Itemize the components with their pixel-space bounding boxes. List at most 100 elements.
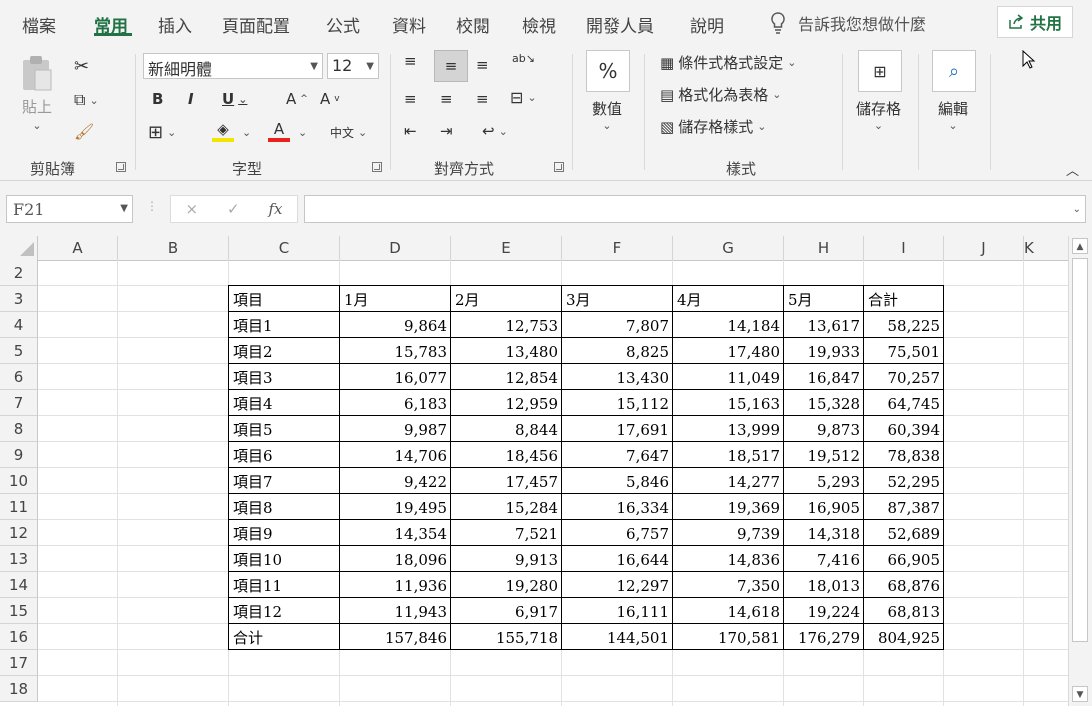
copy-button[interactable]: ⧉ ⌄ [74,90,99,110]
enter-icon[interactable]: ✓ [227,200,240,218]
column-header[interactable]: B [118,236,229,260]
select-all-corner[interactable] [0,236,38,260]
align-left-button[interactable]: ≡ [404,90,417,108]
table-cell[interactable]: 15,112 [562,390,673,416]
table-cell[interactable]: 17,457 [451,468,562,494]
cancel-icon[interactable]: × [185,200,198,218]
table-header-cell[interactable]: 項目 [229,286,340,312]
number-dropdown[interactable]: 數值 ⌄ [592,98,622,132]
table-cell[interactable]: 16,334 [562,494,673,520]
column-header[interactable]: K [1024,236,1068,260]
table-cell[interactable]: 9,739 [673,520,784,546]
table-cell[interactable]: 13,999 [673,416,784,442]
italic-button[interactable]: I [188,90,194,108]
table-cell[interactable]: 144,501 [562,624,673,650]
column-header[interactable]: D [340,236,451,260]
row-header[interactable]: 13 [0,546,38,572]
table-cell[interactable]: 11,049 [673,364,784,390]
format-as-table-button[interactable]: ▤ 格式化為表格 ⌄ [660,84,781,105]
cell-styles-button[interactable]: ▧ 儲存格樣式 ⌄ [660,116,766,137]
tab-7[interactable]: 檢視 [522,12,556,37]
grow-font-button[interactable]: A ^ [286,90,308,108]
table-cell[interactable]: 19,495 [340,494,451,520]
column-header[interactable]: A [38,236,118,260]
table-cell[interactable]: 87,387 [864,494,944,520]
table-cell[interactable]: 12,297 [562,572,673,598]
column-header[interactable]: I [864,236,944,260]
merge-center-button[interactable]: ⊟ ⌄ [510,88,537,107]
row-header[interactable]: 2 [0,260,38,286]
table-cell[interactable]: 項目3 [229,364,340,390]
table-cell[interactable]: 7,521 [451,520,562,546]
row-header[interactable]: 14 [0,572,38,598]
table-cell[interactable]: 804,925 [864,624,944,650]
table-cell[interactable]: 16,905 [784,494,864,520]
table-header-cell[interactable]: 3月 [562,286,673,312]
table-cell[interactable]: 52,689 [864,520,944,546]
tell-me-search[interactable]: 告訴我您想做什麼 [770,10,926,36]
table-cell[interactable]: 12,854 [451,364,562,390]
table-cell[interactable]: 16,847 [784,364,864,390]
row-header[interactable]: 18 [0,676,38,702]
tab-3[interactable]: 頁面配置 [222,12,290,37]
table-cell[interactable]: 15,783 [340,338,451,364]
table-cell[interactable]: 6,183 [340,390,451,416]
table-cell[interactable]: 12,959 [451,390,562,416]
table-cell[interactable]: 52,295 [864,468,944,494]
table-cell[interactable]: 19,280 [451,572,562,598]
table-cell[interactable]: 項目10 [229,546,340,572]
column-header[interactable]: E [451,236,562,260]
table-cell[interactable]: 9,873 [784,416,864,442]
table-cell[interactable]: 14,354 [340,520,451,546]
table-cell[interactable]: 9,987 [340,416,451,442]
shrink-font-button[interactable]: Av [320,90,340,108]
table-cell[interactable]: 14,318 [784,520,864,546]
scroll-thumb[interactable] [1072,258,1088,642]
table-cell[interactable]: 7,807 [562,312,673,338]
table-cell[interactable]: 5,293 [784,468,864,494]
scroll-up-icon[interactable]: ▲ [1072,238,1088,254]
table-cell[interactable]: 14,836 [673,546,784,572]
row-header[interactable]: 11 [0,494,38,520]
fill-color-button[interactable]: ◈ [212,120,234,142]
tab-8[interactable]: 開發人員 [586,12,654,37]
tab-5[interactable]: 資料 [392,12,426,37]
increase-indent-button[interactable]: ⇥ [440,122,453,140]
row-header[interactable]: 6 [0,364,38,390]
table-cell[interactable]: 項目8 [229,494,340,520]
name-box[interactable]: F21 ▼ [6,195,133,223]
table-cell[interactable]: 9,913 [451,546,562,572]
column-header[interactable]: J [944,236,1024,260]
table-cell[interactable]: 68,876 [864,572,944,598]
table-cell[interactable]: 64,745 [864,390,944,416]
table-cell[interactable]: 16,077 [340,364,451,390]
table-cell[interactable]: 176,279 [784,624,864,650]
table-cell[interactable]: 項目2 [229,338,340,364]
editing-button[interactable]: ⌕ [932,50,976,92]
table-cell[interactable]: 19,369 [673,494,784,520]
table-cell[interactable]: 項目9 [229,520,340,546]
table-cell[interactable]: 14,706 [340,442,451,468]
worksheet-grid[interactable]: ABCDEFGHIJK 2 3 4 5 6 7 8 9 10 11 12 13 14 15 16 17 18 項目… [0,236,1068,706]
table-header-cell[interactable]: 1月 [340,286,451,312]
table-header-cell[interactable]: 5月 [784,286,864,312]
number-format-button[interactable]: % [586,50,630,92]
table-cell[interactable]: 13,430 [562,364,673,390]
phonetic-button[interactable]: 中文 ⌄ [330,124,367,141]
table-cell[interactable]: 項目1 [229,312,340,338]
table-cell[interactable]: 17,691 [562,416,673,442]
row-header[interactable]: 17 [0,650,38,676]
table-cell[interactable]: 18,013 [784,572,864,598]
table-cell[interactable]: 19,224 [784,598,864,624]
editing-dropdown[interactable]: 編輯 ⌄ [938,98,968,132]
column-header[interactable]: F [562,236,673,260]
tab-6[interactable]: 校閱 [456,12,490,37]
table-cell[interactable]: 11,943 [340,598,451,624]
column-header[interactable]: C [229,236,340,260]
format-painter-button[interactable]: 🖌 [74,122,94,141]
table-cell[interactable]: 項目4 [229,390,340,416]
table-cell[interactable]: 6,757 [562,520,673,546]
tab-4[interactable]: 公式 [326,12,360,37]
table-cell[interactable]: 15,328 [784,390,864,416]
table-cell[interactable]: 18,517 [673,442,784,468]
